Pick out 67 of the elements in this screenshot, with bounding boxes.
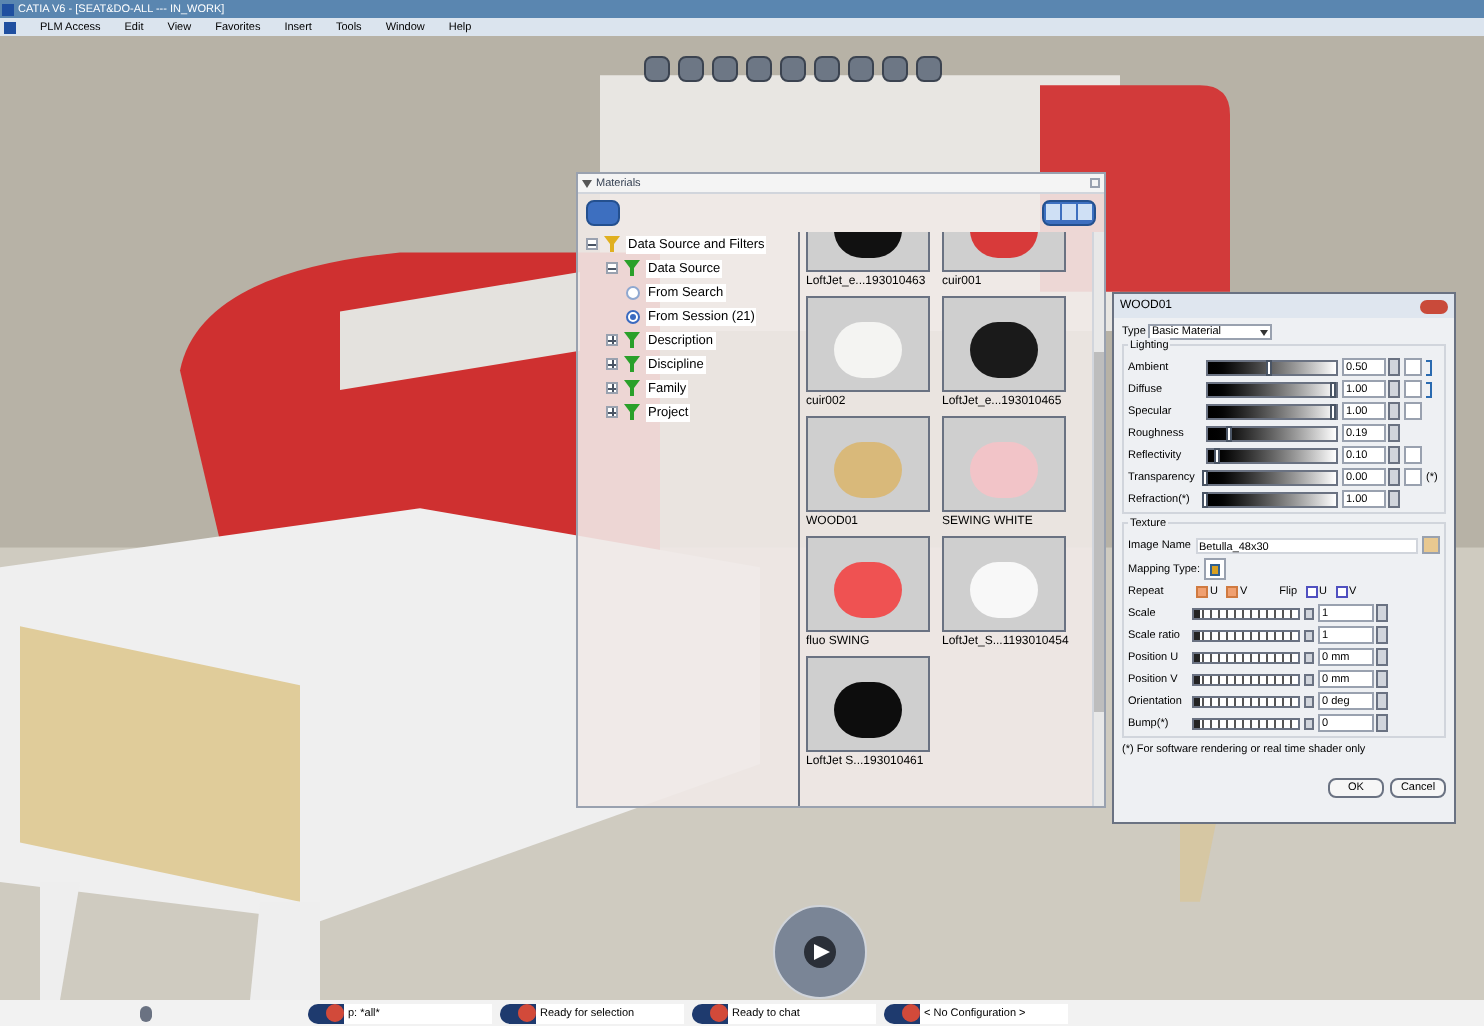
dotted-slider[interactable] (1192, 673, 1300, 685)
view-mode-buttons[interactable] (1042, 200, 1096, 226)
slider-thumb[interactable] (1194, 609, 1200, 617)
compass-navigation-icon[interactable] (772, 904, 868, 1000)
mapping-type-button[interactable] (1203, 558, 1226, 580)
status-badge-icon[interactable] (692, 1003, 728, 1023)
slider-thumb[interactable] (1194, 631, 1200, 639)
checkbox[interactable] (1225, 586, 1238, 598)
material-thumbnail[interactable] (942, 296, 1066, 392)
gradient-slider[interactable] (1206, 447, 1338, 463)
filter-toolbar-button[interactable] (586, 200, 620, 226)
toolbar-tool-icon[interactable] (916, 56, 942, 82)
dotted-slider[interactable] (1192, 717, 1300, 729)
material-thumbnail[interactable] (942, 416, 1066, 512)
slider-thumb[interactable] (1202, 469, 1208, 485)
material-thumbnail[interactable] (806, 656, 930, 752)
toolbar-tool-icon[interactable] (814, 56, 840, 82)
slider-thumb[interactable] (1194, 697, 1200, 705)
toolbar-tool-icon[interactable] (678, 56, 704, 82)
dotted-slider[interactable] (1192, 695, 1300, 707)
status-badge-icon[interactable] (500, 1003, 536, 1023)
gradient-slider[interactable] (1206, 469, 1338, 485)
dotted-slider[interactable] (1192, 651, 1300, 663)
checkbox[interactable] (1196, 586, 1208, 598)
status-badge-icon[interactable] (308, 1003, 344, 1023)
material-thumbnail[interactable] (806, 416, 930, 512)
scrollbar[interactable] (1092, 232, 1104, 806)
checkbox[interactable] (1305, 586, 1318, 598)
toolbar-tool-icon[interactable] (882, 56, 908, 82)
material-thumbnail[interactable] (806, 536, 930, 632)
toolbar-tool-icon[interactable] (848, 56, 874, 82)
gradient-slider[interactable] (1206, 381, 1338, 397)
menu-logo-icon (4, 21, 16, 33)
expander-icon[interactable] (606, 334, 618, 346)
radio-button[interactable] (626, 309, 640, 323)
slider-thumb[interactable] (1226, 425, 1233, 441)
expander-icon[interactable] (606, 406, 618, 418)
slider-thumb[interactable] (1194, 675, 1200, 683)
toolbar-tool-icon[interactable] (712, 56, 738, 82)
slider-thumb[interactable] (1330, 381, 1336, 397)
close-button[interactable] (1420, 299, 1448, 313)
expander-icon[interactable] (606, 262, 618, 274)
app-logo-icon (2, 3, 14, 15)
material-thumbnail[interactable] (806, 296, 930, 392)
toolbar-tool-icon[interactable] (644, 56, 670, 82)
slider-thumb[interactable] (1330, 403, 1336, 419)
checkbox[interactable] (1335, 586, 1348, 598)
gradient-slider[interactable] (1206, 403, 1338, 419)
dotted-slider[interactable] (1192, 607, 1300, 619)
gradient-slider[interactable] (1206, 491, 1338, 507)
material-thumbnail[interactable] (942, 536, 1066, 632)
slider-thumb[interactable] (1194, 719, 1200, 727)
gradient-slider[interactable] (1206, 425, 1338, 441)
collapse-triangle-icon[interactable] (582, 179, 592, 187)
slider-thumb[interactable] (1202, 491, 1208, 507)
radio-button[interactable] (626, 285, 640, 299)
slider-thumb[interactable] (1214, 447, 1221, 463)
expander-icon[interactable] (606, 382, 618, 394)
slider-thumb[interactable] (1266, 359, 1272, 375)
toolbar-tool-icon[interactable] (780, 56, 806, 82)
gradient-slider[interactable] (1206, 359, 1338, 375)
expander-icon[interactable] (586, 238, 598, 250)
dotted-slider[interactable] (1192, 629, 1300, 641)
status-badge-icon[interactable] (884, 1003, 920, 1023)
slider-thumb[interactable] (1194, 653, 1200, 661)
expander-icon[interactable] (606, 358, 618, 370)
toolbar-tool-icon[interactable] (746, 56, 772, 82)
